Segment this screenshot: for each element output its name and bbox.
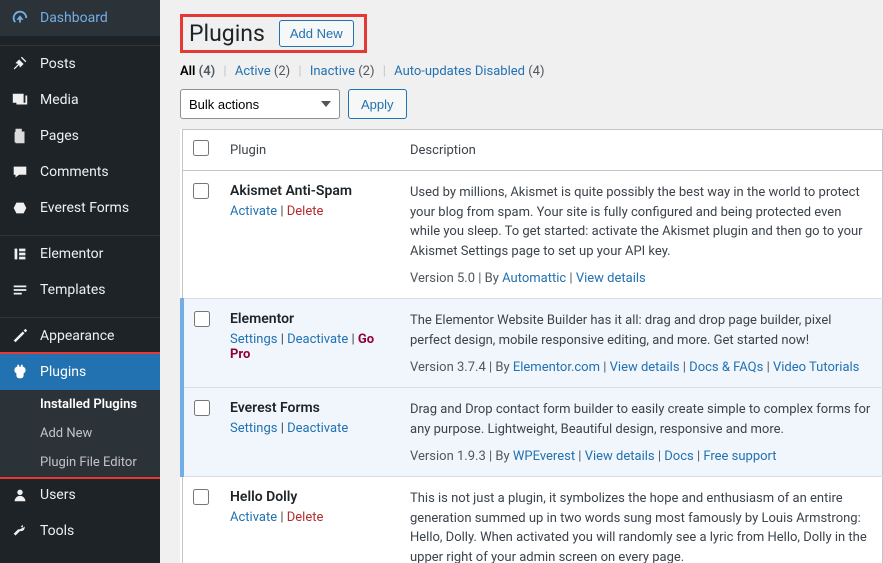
sidebar-label: Pages (40, 128, 79, 144)
plugin-description: Used by millions, Akismet is quite possi… (410, 183, 872, 261)
plugin-meta-link[interactable]: Docs & FAQs (689, 360, 763, 375)
table-row: Everest FormsSettings | DeactivateDrag a… (182, 388, 883, 477)
submenu-item[interactable]: Plugin File Editor (0, 448, 160, 477)
sidebar-label: Plugins (40, 364, 86, 380)
plugin-action-link[interactable]: Delete (287, 510, 324, 525)
plugin-name: Hello Dolly (230, 489, 390, 505)
col-description: Description (400, 130, 883, 171)
plugin-action-link[interactable]: Delete (287, 204, 324, 219)
sidebar-label: Appearance (40, 328, 114, 344)
sidebar-item-templates[interactable]: Templates (0, 272, 160, 308)
sidebar-item-appearance[interactable]: Appearance (0, 318, 160, 354)
plugin-action-link[interactable]: Deactivate (287, 332, 348, 347)
filter-bar: All (4) | Active (2) | Inactive (2) | Au… (160, 61, 883, 89)
sidebar-item-users[interactable]: Users (0, 477, 160, 513)
table-row: Hello DollyActivate | DeleteThis is not … (182, 477, 883, 563)
filter-inactive[interactable]: Inactive (2) (310, 64, 375, 79)
plugin-description: This is not just a plugin, it symbolizes… (410, 489, 872, 563)
plugin-meta-link[interactable]: View details (610, 360, 680, 375)
dashboard-icon (10, 8, 30, 28)
sidebar-label: Media (40, 92, 79, 108)
sidebar-item-elementor[interactable]: Elementor (0, 236, 160, 272)
sidebar-label: Users (40, 487, 76, 503)
plugin-meta-link[interactable]: Free support (703, 449, 776, 464)
plugins-table: Plugin Description Akismet Anti-Spam Acti… (180, 129, 883, 563)
plugin-author-link[interactable]: WPEverest (513, 449, 575, 464)
apply-button[interactable]: Apply (348, 89, 407, 119)
plugin-meta: Version 1.9.3 | By WPEverest | View deta… (410, 449, 872, 464)
sidebar-label: Templates (40, 282, 106, 298)
plugin-icon (10, 362, 30, 382)
table-row: Akismet Anti-SpamActivate | DeleteUsed b… (182, 171, 883, 299)
add-new-button[interactable]: Add New (279, 20, 354, 47)
tools-icon (10, 521, 30, 541)
plugin-description: The Elementor Website Builder has it all… (410, 311, 872, 350)
plugin-name: Elementor (230, 311, 390, 327)
appearance-icon (10, 326, 30, 346)
plugin-meta: Version 5.0 | By Automattic | View detai… (410, 271, 872, 286)
col-plugin: Plugin (220, 130, 400, 171)
media-icon (10, 90, 30, 110)
plugin-meta-link[interactable]: View details (585, 449, 655, 464)
sidebar-item-everest-forms[interactable]: Everest Forms (0, 190, 160, 226)
filter-all[interactable]: All (4) (180, 64, 215, 79)
users-icon (10, 485, 30, 505)
sidebar-item-plugins[interactable]: Plugins (0, 354, 160, 390)
sidebar-label: Dashboard (40, 10, 108, 26)
sidebar-item-posts[interactable]: Posts (0, 46, 160, 82)
row-checkbox[interactable] (194, 400, 210, 416)
sidebar-item-media[interactable]: Media (0, 82, 160, 118)
submenu-item[interactable]: Add New (0, 419, 160, 448)
main-content: Plugins Add New All (4) | Active (2) | I… (160, 0, 883, 563)
sidebar-item-tools[interactable]: Tools (0, 513, 160, 549)
sidebar-item-dashboard[interactable]: Dashboard (0, 0, 160, 36)
plugin-name: Akismet Anti-Spam (230, 183, 390, 199)
comment-icon (10, 162, 30, 182)
row-checkbox[interactable] (194, 311, 210, 327)
plugin-author-link[interactable]: Elementor.com (513, 360, 600, 375)
sidebar-label: Tools (40, 523, 74, 539)
select-all-checkbox[interactable] (193, 140, 209, 156)
plugin-meta: Version 3.7.4 | By Elementor.com | View … (410, 360, 872, 375)
sidebar-label: Everest Forms (40, 200, 129, 216)
plugin-meta-link[interactable]: View details (576, 271, 646, 286)
page-icon (10, 126, 30, 146)
sidebar-item-comments[interactable]: Comments (0, 154, 160, 190)
row-checkbox[interactable] (193, 183, 209, 199)
page-title: Plugins (189, 20, 265, 47)
bulk-actions-select[interactable]: Bulk actions (180, 89, 340, 119)
sidebar-label: Elementor (40, 246, 103, 262)
elementor-icon (10, 244, 30, 264)
plugin-author-link[interactable]: Automattic (502, 271, 566, 286)
page-header-highlight: Plugins Add New (180, 14, 367, 53)
plugin-name: Everest Forms (230, 400, 390, 416)
sidebar-submenu: Installed PluginsAdd NewPlugin File Edit… (0, 390, 160, 477)
filter-active[interactable]: Active (2) (235, 64, 290, 79)
table-row: ElementorSettings | Deactivate | Go ProT… (182, 299, 883, 388)
sidebar-item-pages[interactable]: Pages (0, 118, 160, 154)
plugin-meta-link[interactable]: Video Tutorials (773, 360, 859, 375)
sidebar-label: Posts (40, 56, 76, 72)
plugin-action-link[interactable]: Settings (230, 332, 277, 347)
submenu-item[interactable]: Installed Plugins (0, 390, 160, 419)
forms-icon (10, 198, 30, 218)
plugin-meta-link[interactable]: Docs (664, 449, 693, 464)
plugin-action-link[interactable]: Activate (230, 204, 277, 219)
plugin-action-link[interactable]: Settings (230, 421, 277, 436)
pin-icon (10, 54, 30, 74)
row-checkbox[interactable] (193, 489, 209, 505)
plugin-action-link[interactable]: Deactivate (287, 421, 348, 436)
filter-auto-disabled[interactable]: Auto-updates Disabled (4) (394, 64, 544, 79)
sidebar-label: Comments (40, 164, 109, 180)
plugin-description: Drag and Drop contact form builder to ea… (410, 400, 872, 439)
templates-icon (10, 280, 30, 300)
plugin-action-link[interactable]: Activate (230, 510, 277, 525)
admin-sidebar: Dashboard Posts Media Pages Comments Everest … (0, 0, 160, 563)
